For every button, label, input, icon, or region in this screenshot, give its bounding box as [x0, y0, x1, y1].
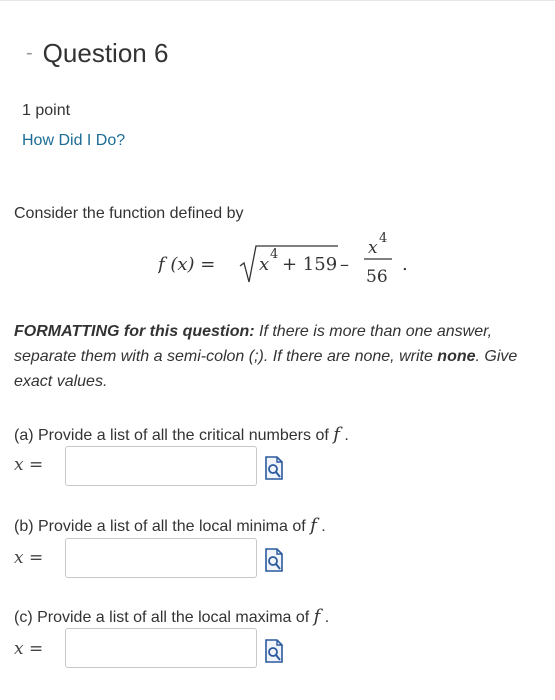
part-b-function: f [310, 515, 317, 536]
points-label: 1 point [22, 102, 71, 119]
how-did-i-do-link[interactable]: How Did I Do? [22, 132, 125, 150]
part-c-answer-input[interactable] [65, 628, 257, 668]
minus-sign: – [340, 254, 349, 275]
formatting-label: FORMATTING for this question: [14, 323, 255, 340]
part-b-text: (b) Provide a list of all the local mini… [14, 518, 306, 535]
prompt-intro: Consider the function defined by [14, 205, 244, 222]
equation-period: . [402, 254, 408, 275]
top-divider [0, 0, 555, 1]
question-header: - Question 6 [26, 38, 168, 69]
radicand-var: x [259, 254, 269, 275]
collapse-toggle[interactable]: - [26, 42, 33, 65]
none-keyword: none [437, 348, 476, 365]
formula-preview-icon[interactable] [264, 456, 284, 480]
part-a-prompt: (a) Provide a list of all the critical n… [14, 424, 349, 445]
function-equation: f (x) = x 4 + 159 – x 4 56 . [158, 231, 408, 287]
part-a-text: (a) Provide a list of all the critical n… [14, 427, 329, 444]
part-c-prompt: (c) Provide a list of all the local maxi… [14, 606, 329, 627]
part-b-var-label: x = [14, 548, 44, 568]
part-b-end: . [321, 518, 326, 535]
formula-preview-icon[interactable] [264, 548, 284, 572]
part-c-function: f [313, 606, 321, 627]
formatting-instructions: FORMATTING for this question: If there i… [14, 319, 534, 394]
fraction-num-exp: 4 [379, 231, 387, 246]
fraction-num-var: x [368, 238, 378, 258]
part-b-answer-input[interactable] [65, 538, 257, 578]
question-title: Question 6 [42, 38, 169, 68]
formula-preview-icon[interactable] [264, 639, 284, 663]
part-b-prompt: (b) Provide a list of all the local mini… [14, 515, 326, 536]
part-c-end: . [324, 609, 330, 626]
part-a-function: f [333, 424, 340, 445]
equation-lhs: f (x) = [158, 254, 215, 275]
part-a-answer-input[interactable] [65, 446, 257, 486]
part-c-text: (c) Provide a list of all the local maxi… [14, 609, 310, 626]
radicand-exp: 4 [270, 247, 278, 262]
radicand-rest: + 159 [282, 254, 337, 275]
part-a-var-label: x = [14, 455, 44, 475]
part-c-var-label: x = [14, 639, 44, 659]
fraction-den: 56 [366, 267, 388, 287]
part-a-end: . [344, 427, 349, 444]
